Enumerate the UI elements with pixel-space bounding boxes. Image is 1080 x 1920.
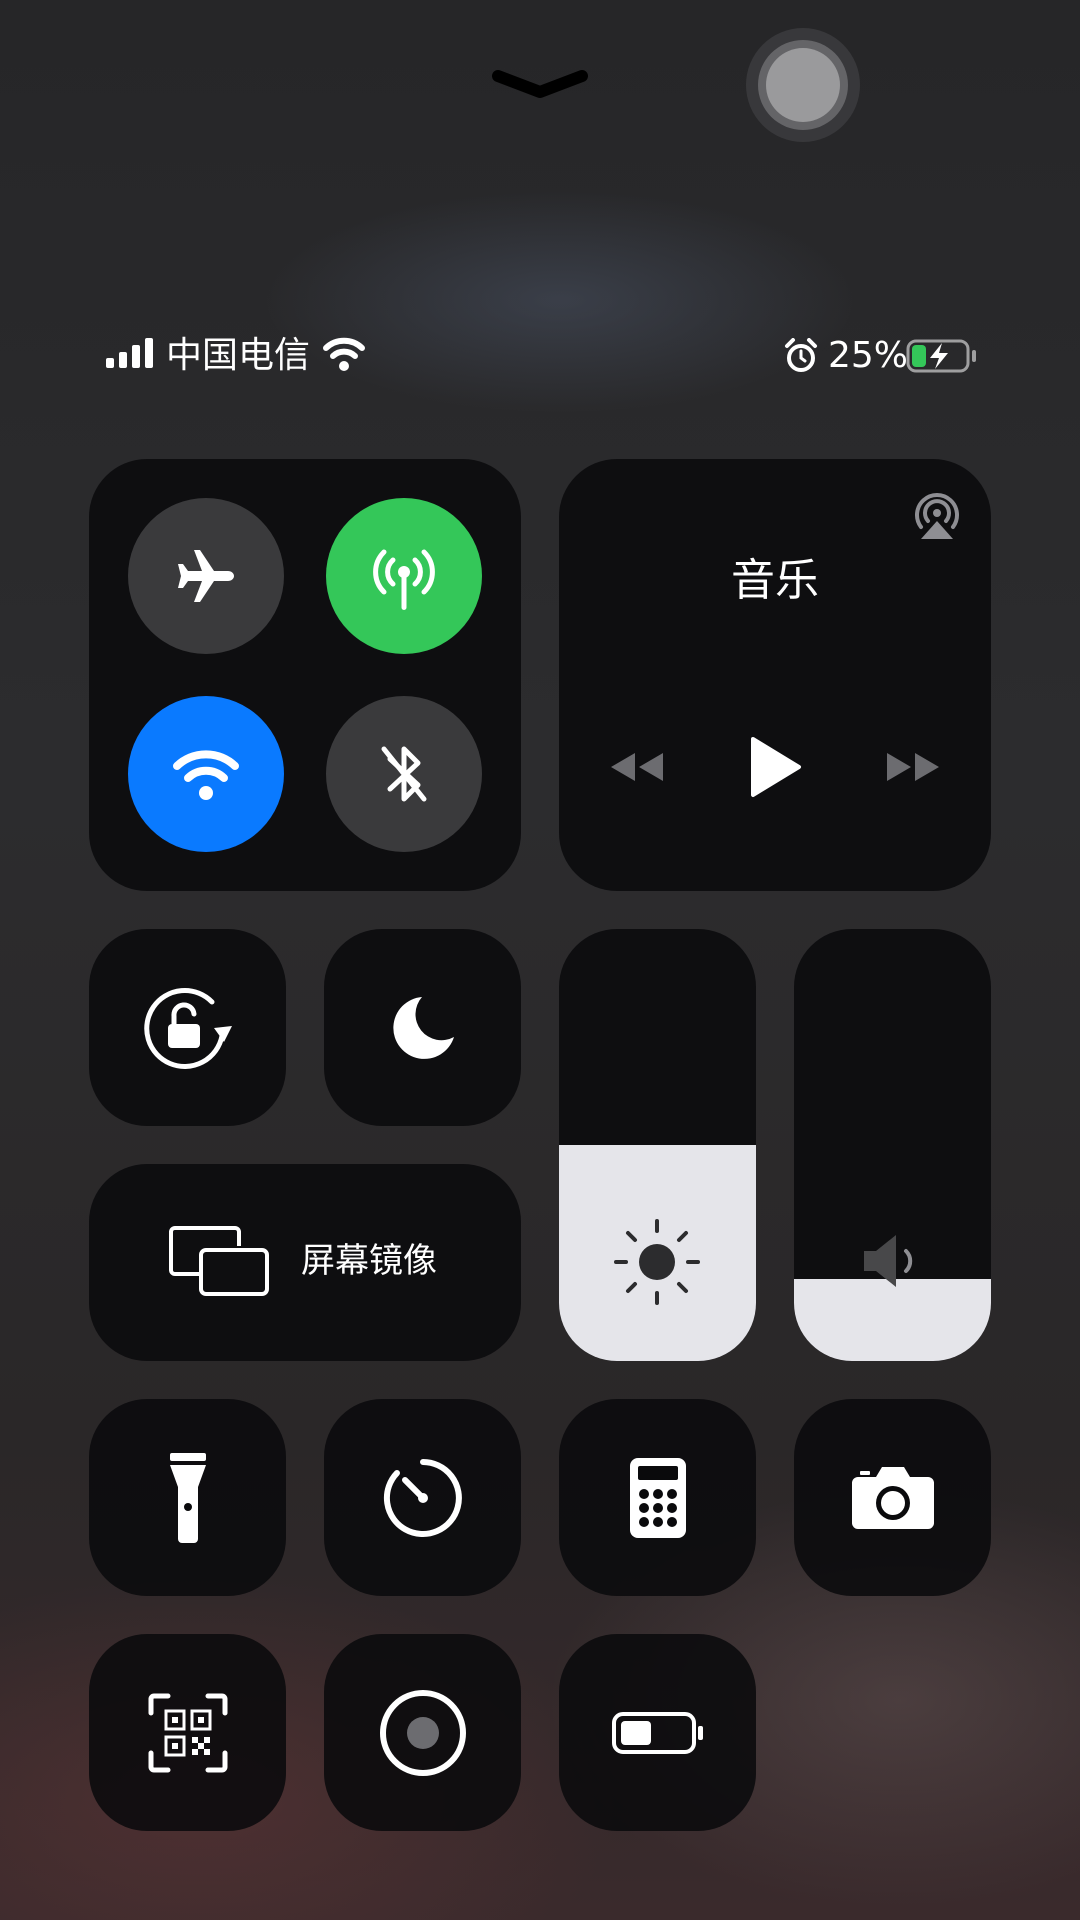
wifi-icon <box>172 746 240 802</box>
play-icon <box>747 735 803 799</box>
airplay-icon[interactable] <box>911 489 963 541</box>
low-power-mode-icon <box>611 1711 705 1755</box>
connectivity-module <box>89 459 521 891</box>
speaker-icon <box>860 1231 926 1291</box>
antenna-icon <box>366 538 442 614</box>
airplane-mode-toggle[interactable] <box>128 498 284 654</box>
volume-slider[interactable] <box>794 929 991 1361</box>
volume-fill <box>794 1278 991 1361</box>
wifi-toggle[interactable] <box>128 696 284 852</box>
rewind-icon <box>607 749 667 785</box>
do-not-disturb-button[interactable] <box>324 929 521 1126</box>
calculator-button[interactable] <box>559 1399 756 1596</box>
battery-charging-icon <box>906 339 978 373</box>
music-title: 音乐 <box>731 555 819 606</box>
assistive-touch-button[interactable] <box>746 28 860 142</box>
low-power-mode-button[interactable] <box>559 1634 756 1831</box>
screen-mirroring-icon <box>169 1226 271 1298</box>
carrier-name: 中国电信 <box>166 335 311 376</box>
camera-button[interactable] <box>794 1399 991 1596</box>
fast-forward-button[interactable] <box>883 749 943 785</box>
fast-forward-icon <box>883 749 943 785</box>
orientation-lock-icon <box>140 986 236 1070</box>
flashlight-button[interactable] <box>89 1399 286 1596</box>
qr-code-icon <box>148 1693 228 1773</box>
alarm-icon <box>784 338 818 374</box>
music-module[interactable]: 音乐 <box>559 459 991 891</box>
screen-mirroring-label: 屏幕镜像 <box>301 1241 437 1281</box>
bluetooth-off-icon <box>374 739 434 809</box>
status-bar: 中国电信 25% <box>0 330 1080 382</box>
orientation-lock-button[interactable] <box>89 929 286 1126</box>
signal-strength-icon <box>106 338 154 368</box>
play-button[interactable] <box>747 735 803 799</box>
brightness-slider[interactable] <box>559 929 756 1361</box>
bluetooth-toggle[interactable] <box>326 696 482 852</box>
moon-icon <box>388 993 458 1063</box>
cellular-data-toggle[interactable] <box>326 498 482 654</box>
flashlight-icon <box>168 1451 208 1545</box>
screen-mirroring-button[interactable]: 屏幕镜像 <box>89 1164 521 1361</box>
wifi-status-icon <box>322 336 366 372</box>
accessibility-shortcut-icon <box>378 1688 468 1778</box>
sun-icon <box>612 1217 702 1307</box>
calculator-icon <box>628 1456 688 1540</box>
dismiss-chevron[interactable] <box>490 64 590 104</box>
camera-icon <box>850 1465 936 1531</box>
qr-code-scanner-button[interactable] <box>89 1634 286 1831</box>
timer-button[interactable] <box>324 1399 521 1596</box>
battery-percent: 25% <box>828 335 909 376</box>
rewind-button[interactable] <box>607 749 667 785</box>
timer-icon <box>381 1456 465 1540</box>
accessibility-shortcut-button[interactable] <box>324 1634 521 1831</box>
airplane-icon <box>174 544 238 608</box>
